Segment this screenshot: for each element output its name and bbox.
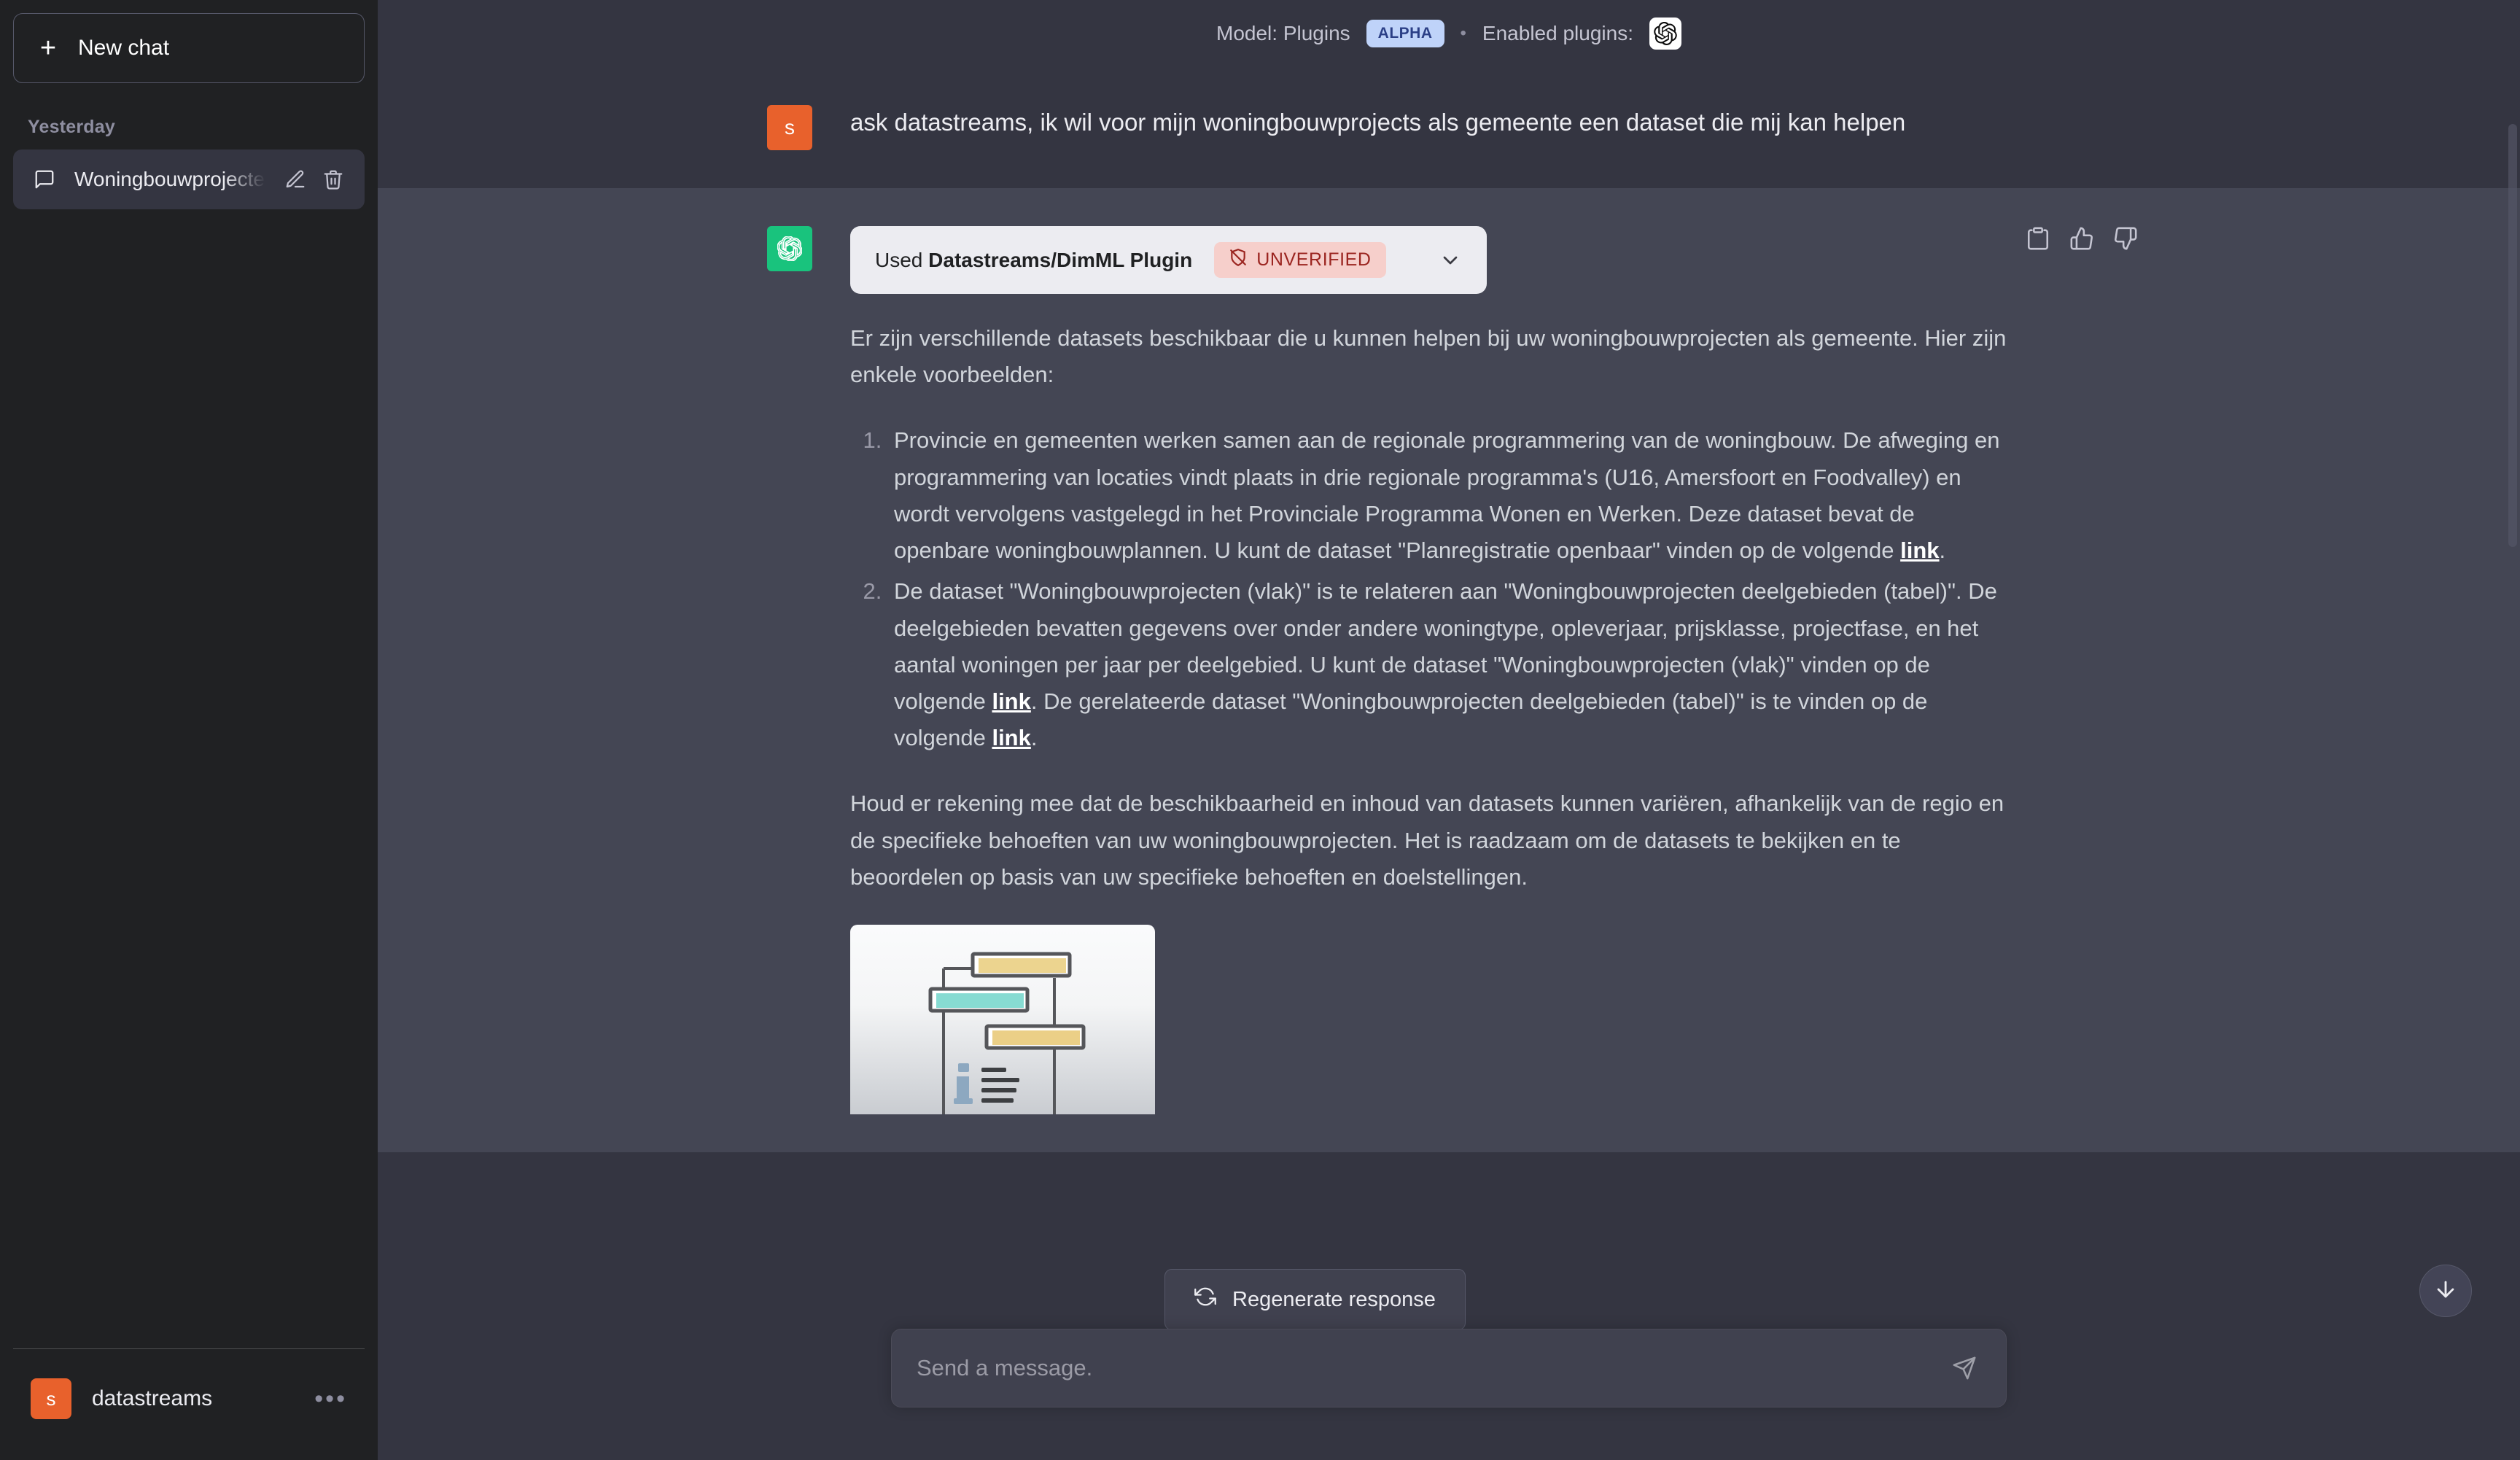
- main-area: Model: Plugins ALPHA • Enabled plugins: …: [378, 0, 2520, 1460]
- refresh-icon: [1194, 1286, 1216, 1313]
- message-input[interactable]: [917, 1355, 1952, 1381]
- dataset-diagram-preview[interactable]: [850, 925, 1155, 1115]
- message-assistant: Used Datastreams/DimML Plugin UNVERIFIED…: [378, 188, 2520, 1153]
- plugin-used-text: Used Datastreams/DimML Plugin: [875, 249, 1192, 272]
- user-name: datastreams: [92, 1386, 213, 1410]
- status-badge: UNVERIFIED: [1214, 242, 1386, 278]
- sidebar-footer: s datastreams •••: [13, 1348, 365, 1460]
- list-item: De dataset "Woningbouwprojecten (vlak)" …: [888, 573, 2014, 756]
- sidebar: + New chat Yesterday Woningbouwprojecten…: [0, 0, 378, 1460]
- trash-icon[interactable]: [322, 168, 344, 190]
- alpha-badge: ALPHA: [1366, 20, 1444, 47]
- regenerate-wrap: Regenerate response: [1164, 1269, 1466, 1330]
- assistant-outro-paragraph: Houd er rekening mee dat de beschikbaarh…: [850, 791, 2004, 890]
- composer-zone: Regenerate response: [378, 1265, 2520, 1460]
- history-section-label: Yesterday: [28, 117, 115, 137]
- chatgpt-app-window: + New chat Yesterday Woningbouwprojecten…: [0, 0, 2520, 1460]
- regenerate-label: Regenerate response: [1232, 1287, 1436, 1311]
- more-options-icon[interactable]: •••: [314, 1386, 347, 1411]
- openai-plugin-icon[interactable]: [1649, 18, 1681, 50]
- sidebar-chat-item[interactable]: Woningbouwprojecten Datasets: [13, 150, 365, 209]
- plugin-used-prefix: Used: [875, 248, 923, 271]
- message-actions: [2026, 226, 2138, 251]
- message-assistant-inner: Used Datastreams/DimML Plugin UNVERIFIED…: [767, 188, 2137, 1152]
- new-chat-button[interactable]: + New chat: [13, 13, 365, 83]
- assistant-intro-paragraph: Er zijn verschillende datasets beschikba…: [850, 325, 2007, 388]
- user-message-text: ask datastreams, ik wil voor mijn woning…: [850, 109, 1906, 136]
- dataset-link[interactable]: link: [992, 725, 1030, 750]
- message-user: s ask datastreams, ik wil voor mijn woni…: [378, 67, 2520, 188]
- chevron-down-icon[interactable]: [1439, 249, 1462, 272]
- assistant-response-text: Er zijn verschillende datasets beschikba…: [850, 320, 2014, 896]
- message-composer[interactable]: [891, 1329, 2007, 1407]
- message-user-inner: s ask datastreams, ik wil voor mijn woni…: [767, 67, 2131, 188]
- list-item-text-part: .: [1030, 725, 1038, 751]
- unverified-shield-icon: [1229, 248, 1248, 272]
- unverified-label: UNVERIFIED: [1256, 249, 1372, 270]
- chat-item-actions: [284, 168, 344, 190]
- dataset-list: Provincie en gemeenten werken samen aan …: [850, 422, 2014, 756]
- sidebar-chat-title: Woningbouwprojecten Datasets: [74, 168, 265, 190]
- conversation-thread: s ask datastreams, ik wil voor mijn woni…: [378, 67, 2520, 1460]
- dataset-link[interactable]: link: [992, 688, 1030, 714]
- chat-bubble-icon: [34, 168, 55, 190]
- plugin-name: Datastreams/DimML Plugin: [928, 248, 1193, 271]
- edit-icon[interactable]: [284, 168, 306, 190]
- separator-dot: •: [1460, 23, 1466, 43]
- arrow-down-icon: [2433, 1277, 2458, 1305]
- message-assistant-body: Used Datastreams/DimML Plugin UNVERIFIED…: [850, 226, 2131, 1115]
- list-item-text-part: Provincie en gemeenten werken samen aan …: [894, 427, 2000, 564]
- user-account-row[interactable]: s datastreams •••: [20, 1367, 357, 1431]
- message-user-body: ask datastreams, ik wil voor mijn woning…: [850, 105, 2131, 150]
- dataset-link[interactable]: link: [1900, 537, 1939, 563]
- regenerate-response-button[interactable]: Regenerate response: [1164, 1269, 1466, 1330]
- avatar: s: [31, 1378, 71, 1419]
- assistant-avatar: [767, 226, 812, 271]
- copy-icon[interactable]: [2026, 226, 2050, 251]
- plugin-used-card[interactable]: Used Datastreams/DimML Plugin UNVERIFIED: [850, 226, 1487, 294]
- thumbs-up-icon[interactable]: [2069, 226, 2094, 251]
- scroll-to-bottom-button[interactable]: [2419, 1265, 2472, 1317]
- avatar: s: [767, 105, 812, 150]
- list-item-text-part: .: [1939, 537, 1946, 564]
- thread-scrollbar[interactable]: [2508, 124, 2517, 547]
- new-chat-label: New chat: [78, 36, 170, 60]
- model-topbar: Model: Plugins ALPHA • Enabled plugins:: [378, 0, 2520, 67]
- model-label: Model: Plugins: [1216, 22, 1350, 44]
- thumbs-down-icon[interactable]: [2113, 226, 2138, 251]
- diagram-graphic: [928, 952, 1086, 1115]
- enabled-plugins-label: Enabled plugins:: [1482, 22, 1633, 44]
- list-item-text-part: . De gerelateerde dataset "Woningbouwpro…: [894, 688, 1928, 751]
- plus-icon: +: [39, 33, 57, 63]
- send-icon[interactable]: [1952, 1356, 1977, 1381]
- list-item: Provincie en gemeenten werken samen aan …: [888, 422, 2014, 569]
